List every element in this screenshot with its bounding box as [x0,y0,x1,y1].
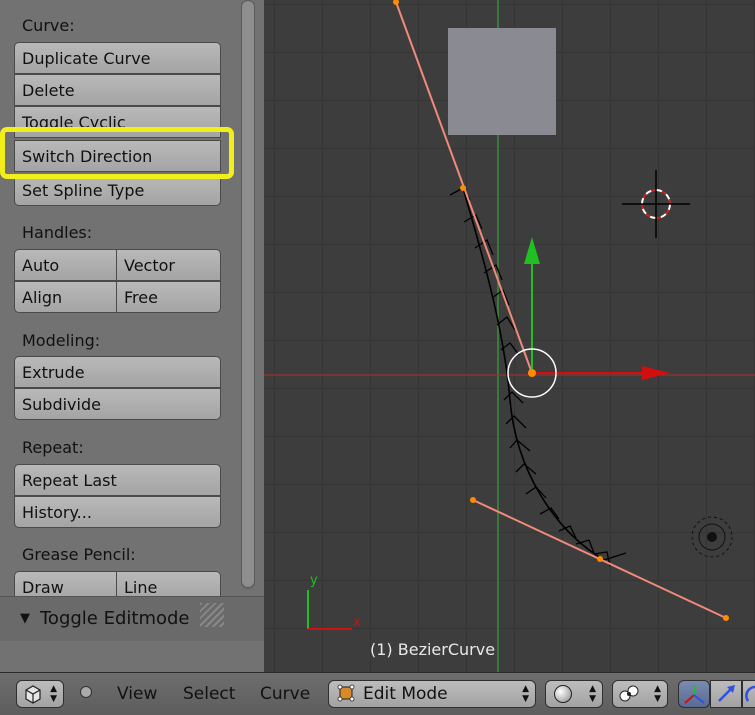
section-label-curve: Curve: [22,16,75,35]
translate-manipulator-button[interactable] [710,680,742,708]
translate-arrow-icon [718,685,735,702]
rotate-arc-icon [745,685,755,702]
manipulator-toggle[interactable] [678,680,710,708]
blender-window: Curve: Duplicate Curve Delete Toggle Cyc… [0,0,755,715]
section-label-grease-pencil: Grease Pencil: [22,545,136,564]
viewport-header: ▲▼ View Select Curve Edit Mode ▲▼ ▲▼ [0,672,755,715]
mini-axis-y-label: y [310,573,318,588]
menu-view[interactable]: View [117,684,157,704]
handle-free-button[interactable]: Free [116,281,221,313]
section-label-modeling: Modeling: [22,331,101,350]
lamp-object-icon [691,516,733,558]
3d-cursor-icon [622,170,690,238]
manipulator-x-head [642,366,670,380]
history-button[interactable]: History... [14,496,221,528]
panel-grip-icon[interactable] [200,603,224,627]
delete-button[interactable]: Delete [14,74,221,106]
selected-vertex [528,369,536,377]
extrude-button[interactable]: Extrude [14,356,221,388]
edit-mode-icon [337,684,355,702]
repeat-last-button[interactable]: Repeat Last [14,464,221,496]
section-label-handles: Handles: [22,223,93,242]
collapse-menus-icon[interactable] [80,686,92,698]
handle-point [393,0,399,5]
viewport-canvas: y x [264,0,755,672]
curve-direction-arrows [449,187,627,567]
control-point [597,556,603,562]
manipulator-y-head [524,237,540,264]
cube-editor-icon [25,685,41,704]
3d-viewport[interactable]: y x (1) BezierCurve [264,0,755,672]
subdivide-button[interactable]: Subdivide [14,388,221,420]
section-label-repeat: Repeat: [22,438,84,457]
mode-selector[interactable]: Edit Mode ▲ ▼ [328,680,536,708]
collapse-triangle-icon[interactable]: ▼ [20,611,30,626]
mode-selector-value: Edit Mode [363,684,448,704]
yellow-highlight-box [0,127,234,179]
mini-axis-x-label: x [353,615,361,630]
toggle-editmode-panel[interactable]: ▼ Toggle Editmode [0,596,264,641]
pivot-point-selector[interactable]: ▲ ▼ [612,680,668,708]
updown-arrows-icon: ▲ ▼ [50,684,57,704]
shelf-scrollbar[interactable] [238,0,258,590]
rotate-manipulator-button[interactable] [742,680,755,708]
updown-arrows-icon: ▲ ▼ [522,684,529,704]
active-object-label: (1) BezierCurve [370,640,496,659]
editor-type-selector[interactable]: ▲ ▼ [16,680,64,708]
handle-align-button[interactable]: Align [14,281,118,313]
cube-face [448,28,556,135]
updown-arrows-icon: ▲ ▼ [589,684,596,704]
scrollbar-thumb[interactable] [241,0,255,588]
menu-select[interactable]: Select [183,684,235,704]
handle-auto-button[interactable]: Auto [14,249,118,281]
tool-shelf: Curve: Duplicate Curve Delete Toggle Cyc… [0,0,264,672]
handle-point [470,497,476,503]
manipulator-icon [684,685,705,704]
duplicate-curve-button[interactable]: Duplicate Curve [14,42,221,74]
handle-point [723,615,729,621]
viewport-shading-selector[interactable]: ▲ ▼ [545,680,603,708]
handle-vector-button[interactable]: Vector [116,249,221,281]
toggle-editmode-label: Toggle Editmode [40,608,190,629]
control-point [460,185,466,191]
updown-arrows-icon: ▲ ▼ [654,684,661,704]
pivot-icon [619,685,639,702]
shading-sphere-icon [554,685,572,703]
menu-curve[interactable]: Curve [260,684,310,704]
